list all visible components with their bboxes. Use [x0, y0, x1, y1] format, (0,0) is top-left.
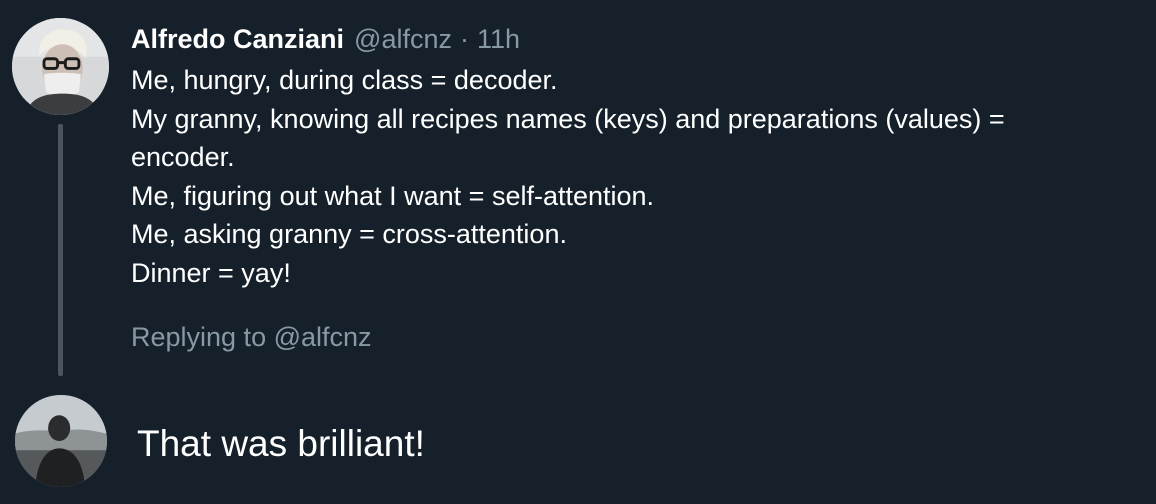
tweet-header: Alfredo Canziani @alfcnz · 11h — [131, 19, 520, 59]
tweet-line: Me, figuring out what I want = self-atte… — [131, 180, 655, 211]
author-name[interactable]: Alfredo Canziani — [131, 19, 344, 59]
reply-text[interactable]: That was brilliant! — [137, 420, 425, 468]
tweet-line: My granny, knowing all recipes names (ke… — [131, 103, 1005, 134]
replying-to: Replying to @alfcnz — [131, 318, 372, 356]
thread-connector-line — [58, 124, 63, 376]
tweet-body: Me, hungry, during class = decoder. My g… — [131, 61, 1141, 292]
tweet-timestamp[interactable]: 11h — [477, 19, 520, 59]
replying-to-handle[interactable]: @alfcnz — [274, 322, 372, 352]
tweet-thread: Alfredo Canziani @alfcnz · 11h Me, hungr… — [0, 0, 1156, 504]
tweet-line: Dinner = yay! — [131, 257, 291, 288]
user-avatar-image — [15, 395, 107, 487]
tweet-line: Me, hungry, during class = decoder. — [131, 65, 558, 95]
header-separator: · — [459, 24, 469, 54]
author-handle[interactable]: @alfcnz — [354, 19, 452, 59]
tweet-line: Me, asking granny = cross-attention. — [131, 219, 567, 249]
tweet-line: encoder. — [131, 142, 235, 172]
author-avatar[interactable] — [12, 18, 109, 115]
user-avatar[interactable] — [15, 395, 107, 487]
author-avatar-image — [12, 18, 109, 115]
replying-to-label: Replying to — [131, 322, 267, 352]
